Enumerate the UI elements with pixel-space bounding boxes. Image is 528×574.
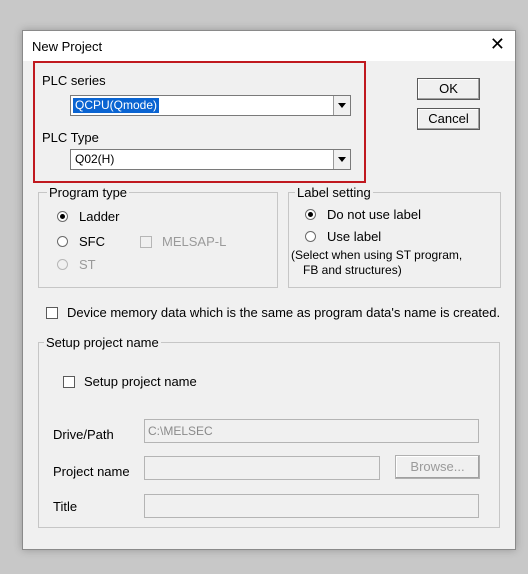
chevron-down-icon[interactable] [333, 150, 350, 169]
dialog-title: New Project [32, 39, 103, 54]
close-icon[interactable]: ✕ [490, 35, 505, 53]
sfc-radio[interactable] [57, 236, 68, 247]
chevron-down-icon[interactable] [333, 96, 350, 115]
do-not-use-label-radio[interactable] [305, 209, 316, 220]
setup-project-checkbox-label: Setup project name [84, 374, 197, 389]
do-not-use-label-text: Do not use label [327, 207, 421, 222]
st-radio[interactable] [57, 259, 68, 270]
project-name-label: Project name [53, 464, 130, 479]
melsap-label: MELSAP-L [162, 234, 227, 249]
label-setting-title: Label setting [295, 185, 373, 200]
label-note-line2: FB and structures) [303, 263, 402, 277]
program-type-title: Program type [47, 185, 130, 200]
title-field[interactable] [144, 494, 479, 518]
plc-series-label: PLC series [42, 73, 106, 88]
drive-path-label: Drive/Path [53, 427, 114, 442]
plc-type-label: PLC Type [42, 130, 99, 145]
plc-series-value: QCPU(Qmode) [73, 98, 160, 113]
title-label: Title [53, 499, 78, 514]
new-project-dialog: New Project ✕ PLC series QCPU(Qmode) PLC… [22, 30, 516, 550]
plc-type-value: Q02(H) [75, 152, 115, 166]
use-label-radio[interactable] [305, 231, 316, 242]
ladder-radio[interactable] [57, 211, 68, 222]
cancel-button[interactable]: Cancel [417, 108, 480, 130]
st-label: ST [79, 257, 96, 272]
device-memory-label: Device memory data which is the same as … [67, 305, 501, 320]
setup-project-title: Setup project name [44, 335, 161, 350]
plc-type-select[interactable]: Q02(H) [70, 149, 351, 170]
label-note-line1: (Select when using ST program, [291, 248, 463, 262]
device-memory-checkbox[interactable] [46, 307, 58, 319]
sfc-label: SFC [79, 234, 105, 249]
drive-path-field[interactable]: C:\MELSEC [144, 419, 479, 443]
melsap-checkbox[interactable] [140, 236, 152, 248]
browse-button[interactable]: Browse... [395, 455, 480, 479]
project-name-field[interactable] [144, 456, 380, 480]
title-bar[interactable]: New Project ✕ [23, 31, 515, 61]
plc-series-select[interactable]: QCPU(Qmode) [70, 95, 351, 116]
drive-path-value: C:\MELSEC [148, 424, 213, 438]
ok-button[interactable]: OK [417, 78, 480, 100]
use-label-text: Use label [327, 229, 382, 244]
ladder-label: Ladder [79, 209, 120, 224]
program-type-group [38, 192, 278, 288]
setup-project-checkbox[interactable] [63, 376, 75, 388]
